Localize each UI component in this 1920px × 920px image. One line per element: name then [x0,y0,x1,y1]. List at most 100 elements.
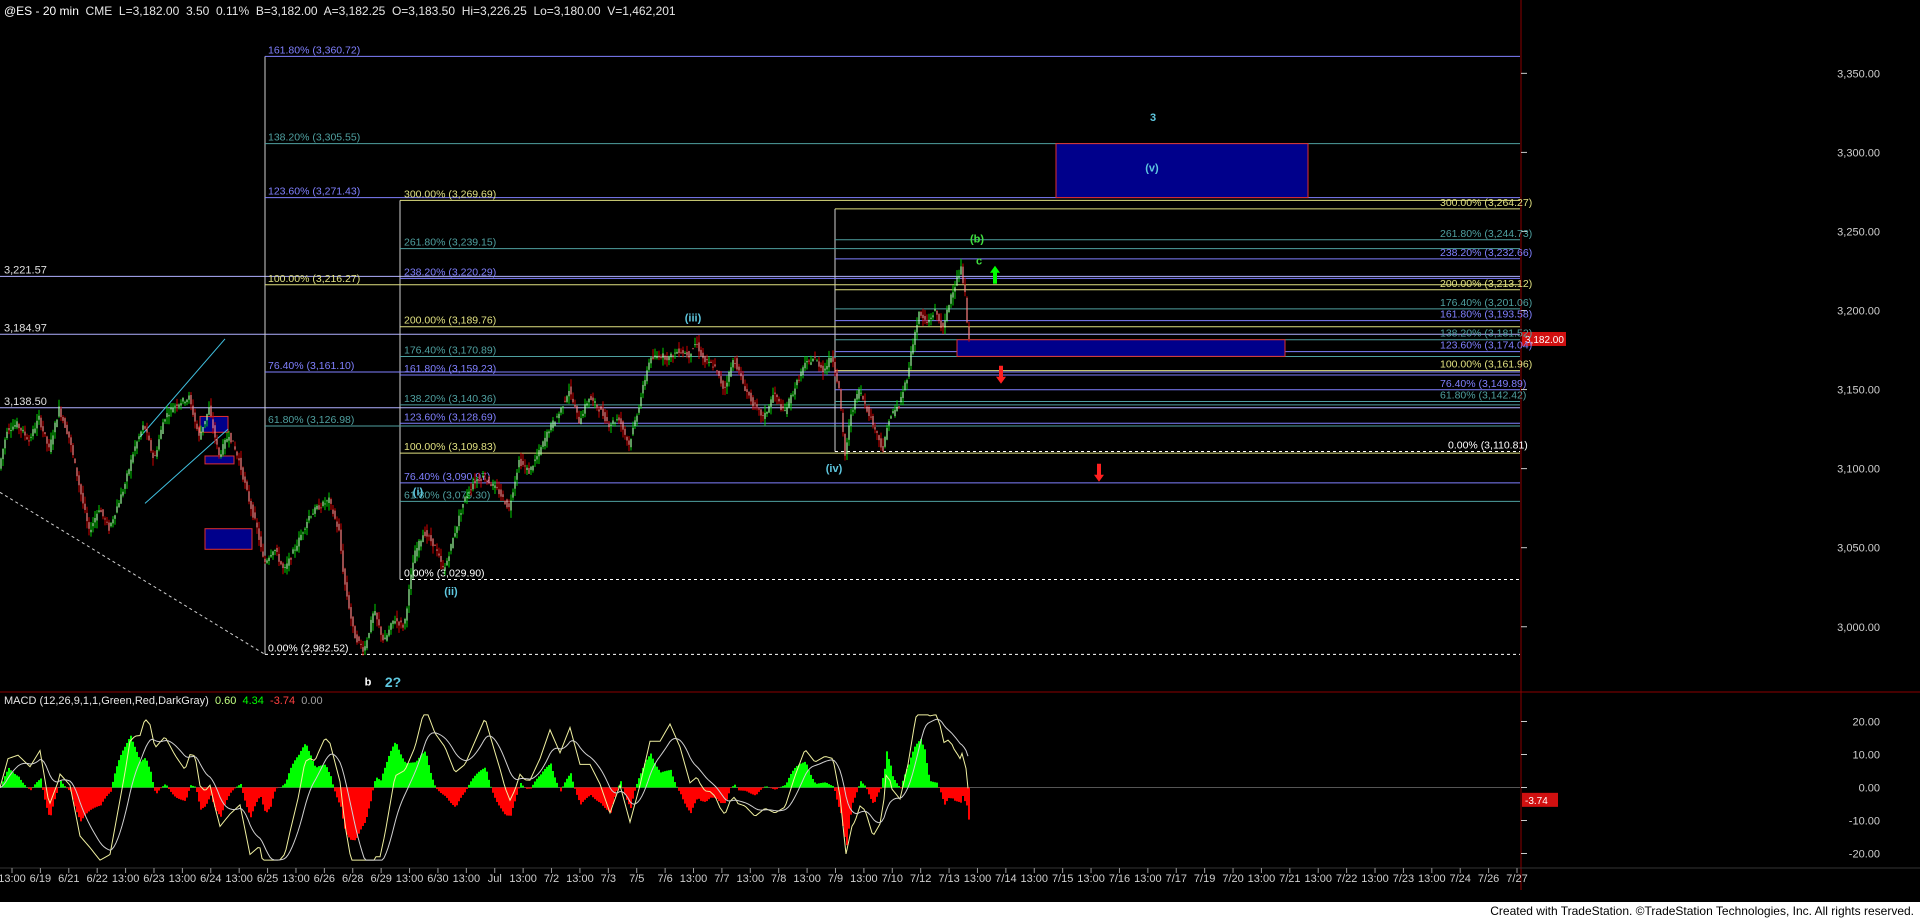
candle-body [110,522,112,527]
candle-body [356,634,358,643]
macd-histogram-bar [690,787,692,814]
macd-histogram-bar [476,773,478,788]
candle-body [224,439,226,449]
candle-body [838,381,840,389]
macd-histogram-bar [860,781,862,788]
macd-histogram-bar [824,782,826,788]
candle-body [48,443,50,448]
candle-body [634,420,636,427]
macd-histogram-bar [484,767,486,788]
candle-body [280,561,282,565]
candle-body [366,640,368,649]
candle-body [616,419,618,421]
candle-body [404,618,406,624]
macd-histogram-bar [178,787,180,799]
macd-histogram-bar [254,787,256,807]
candle-body [316,505,318,510]
x-tick-label: 13:00 [1304,873,1332,885]
candle-body [788,398,790,408]
candle-body [768,405,770,413]
macd-histogram-bar [760,787,762,790]
candle-body [614,422,616,424]
candle-body [828,357,830,368]
macd-histogram-bar [326,767,328,788]
macd-histogram-bar [738,787,740,791]
candle-body [468,492,470,494]
candle-body [664,355,666,360]
macd-histogram-bar [588,787,590,797]
candle-body [966,297,968,323]
fib-level-label: 138.20% (3,305.55) [268,132,360,144]
candle-body [386,635,388,641]
candle-body [580,418,582,425]
candle-body [800,371,802,377]
candle-body [10,430,12,432]
candle-body [214,425,216,438]
macd-histogram-bar [896,783,898,788]
candle-body [534,459,536,462]
candle-body [568,390,570,397]
candle-body [202,426,204,432]
candle-body [260,536,262,548]
candle-body [742,375,744,384]
candle-body [574,404,576,407]
macd-histogram-bar [284,783,286,788]
macd-last-value-label: -3.74 [1525,796,1548,807]
macd-histogram-bar [230,787,232,793]
candle-body [380,626,382,635]
macd-histogram-bar [22,782,24,788]
macd-histogram-bar [160,787,162,789]
candle-body [852,410,854,412]
macd-histogram-bar [956,787,958,802]
macd-histogram-bar [456,787,458,806]
candle-body [138,436,140,440]
candle-body [86,512,88,522]
wave-label: (v) [1145,162,1159,174]
candle-body [306,522,308,528]
candle-body [330,499,332,504]
candle-body [960,266,962,275]
wave-label: b [365,676,372,688]
macd-histogram-bar [86,787,88,814]
candle-body [2,448,4,460]
candle-body [936,310,938,315]
price-chart[interactable]: 3,350.00 3,300.00 3,250.00 3,200.00 3,150.00… [0,0,1920,920]
candle-body [784,410,786,412]
candle-body [560,407,562,413]
macd-histogram-bar [676,786,678,788]
candle-body [74,458,76,464]
candle-body [536,456,538,460]
candle-body [400,620,402,623]
candle-body [298,537,300,547]
candle-body [752,397,754,407]
candle-body [896,406,898,412]
candle-body [504,501,506,505]
candle-body [952,292,954,298]
candle-body [918,311,920,324]
candle-body [628,440,630,445]
candle-body [128,469,130,475]
macd-histogram-bar [266,787,268,813]
candle-body [412,562,414,579]
candle-body [210,405,212,417]
candle-body [166,413,168,418]
candle-body [90,529,92,533]
macd-histogram-bar [44,787,46,800]
macd-histogram-bar [864,785,866,788]
wave-label: (iv) [826,463,843,475]
candle-body [16,421,18,428]
candle-body [216,439,218,445]
macd-histogram-bar [560,787,562,792]
macd-histogram-bar [662,771,664,788]
macd-histogram-bar [536,778,538,788]
candle-body [886,427,888,440]
candle-body [608,423,610,428]
candle-body [296,545,298,551]
macd-histogram-bar [290,767,292,788]
candle-body [60,408,62,418]
macd-histogram-bar [664,771,666,788]
candle-body [376,612,378,620]
macd-histogram-bar [258,787,260,799]
candle-body [248,491,250,502]
candle-body [744,386,746,392]
